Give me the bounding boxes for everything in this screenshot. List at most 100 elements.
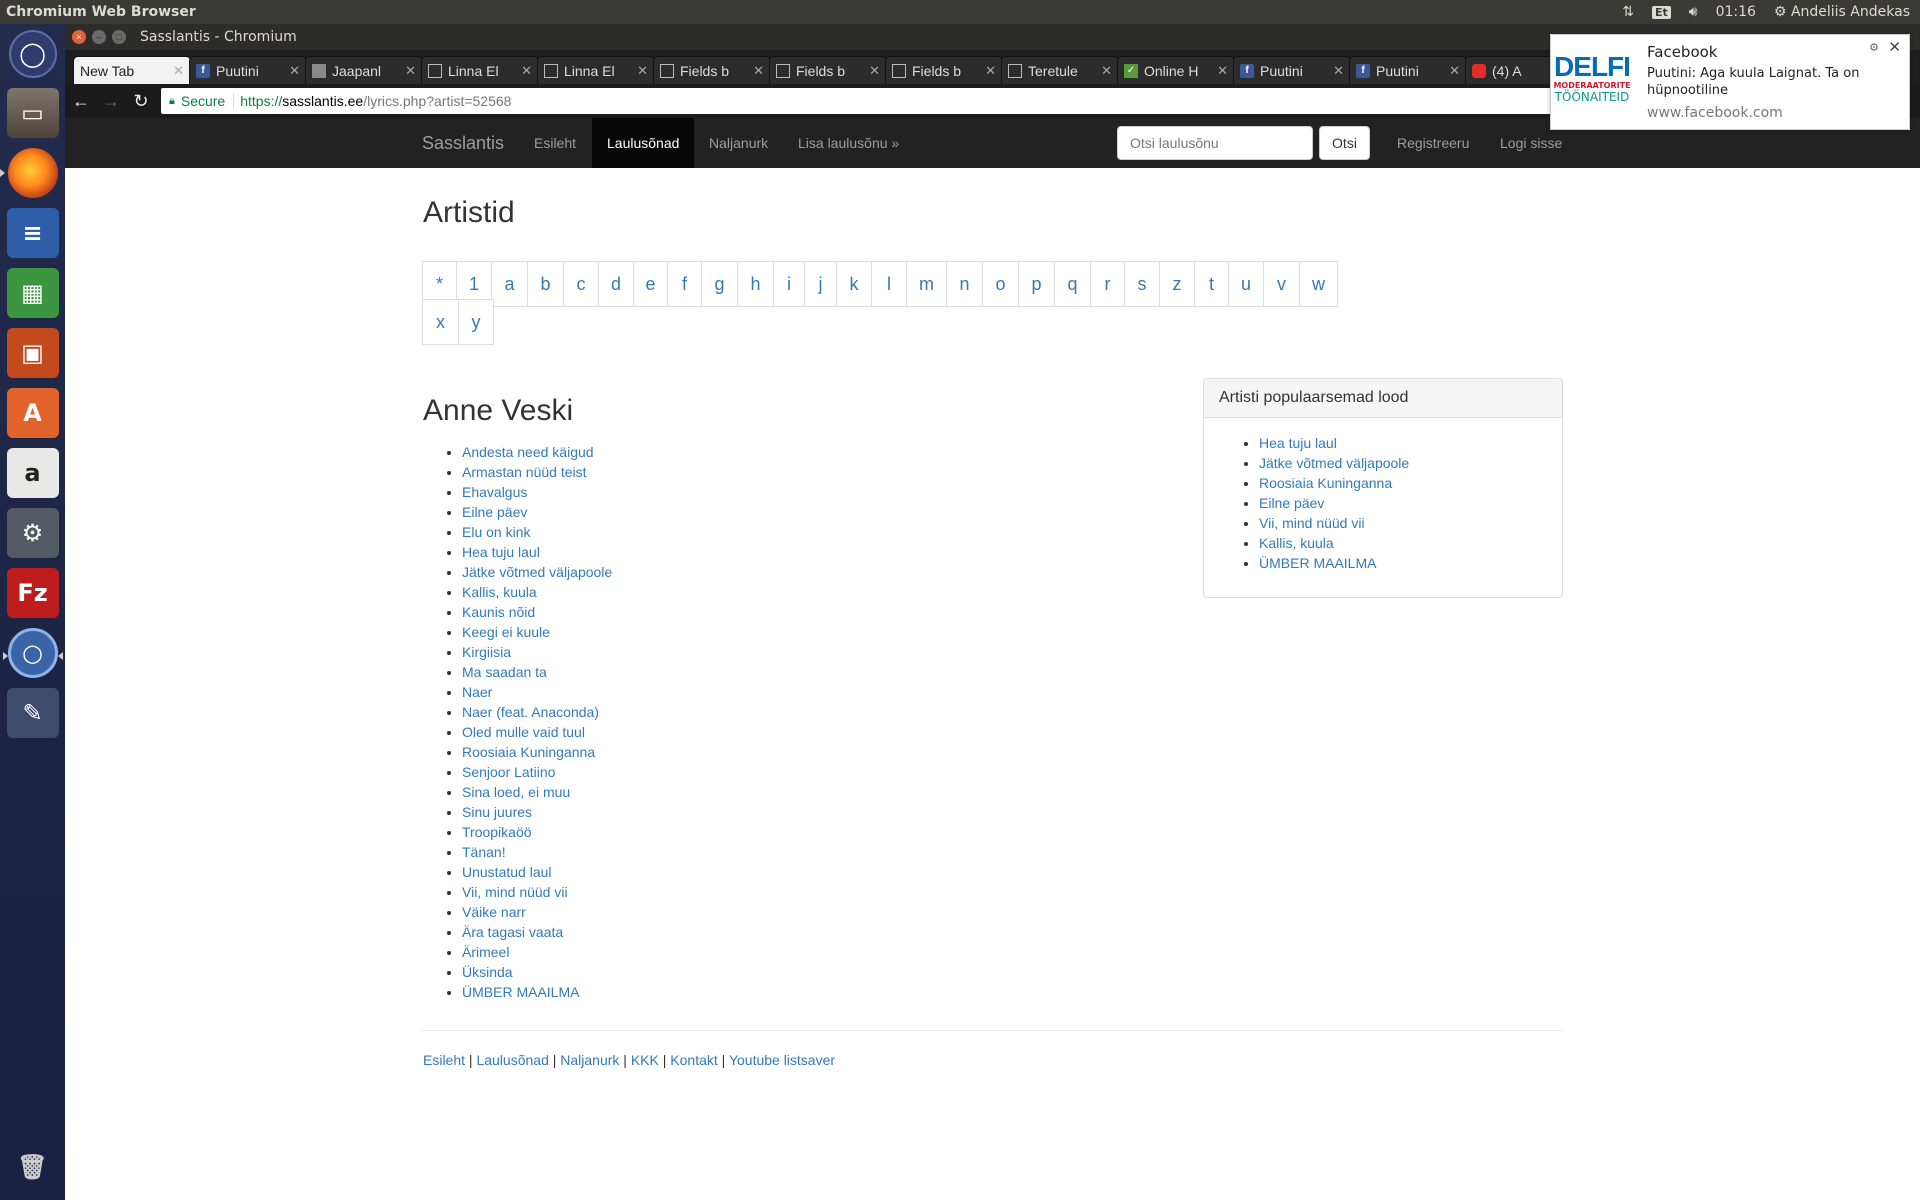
tab-close-icon[interactable]: ✕ (405, 63, 416, 79)
nav-lyrics-link[interactable]: Laulusõnad (592, 118, 695, 168)
tab-close-icon[interactable]: ✕ (985, 63, 996, 79)
letter-filter-link[interactable]: t (1194, 261, 1229, 307)
session-menu[interactable]: ⚙ Andeliis Andekas (1774, 4, 1910, 20)
song-link[interactable]: Unustatud laul (462, 864, 552, 880)
browser-tab[interactable]: Teretule ✕ (1001, 56, 1119, 84)
song-link[interactable]: Eilne päev (462, 504, 527, 520)
popular-song-link[interactable]: Kallis, kuula (1259, 535, 1334, 551)
song-link[interactable]: Vii, mind nüüd vii (462, 884, 568, 900)
register-link[interactable]: Registreeru (1397, 118, 1469, 168)
letter-filter-link[interactable]: n (946, 261, 983, 307)
tab-close-icon[interactable]: ✕ (869, 63, 880, 79)
song-link[interactable]: Ära tagasi vaata (462, 924, 563, 940)
tab-close-icon[interactable]: ✕ (637, 63, 648, 79)
window-maximize-button[interactable]: □ (112, 30, 126, 44)
letter-filter-link[interactable]: h (737, 261, 774, 307)
letter-filter-link[interactable]: w (1299, 261, 1338, 307)
letter-filter-link[interactable]: u (1228, 261, 1264, 307)
trash-icon[interactable]: 🗑︎ (7, 1142, 59, 1192)
song-link[interactable]: Tänan! (462, 844, 506, 860)
letter-filter-link[interactable]: p (1018, 261, 1055, 307)
popular-song-link[interactable]: Eilne päev (1259, 495, 1324, 511)
song-link[interactable]: Keegi ei kuule (462, 624, 550, 640)
letter-filter-link[interactable]: e (633, 261, 668, 307)
letter-filter-link[interactable]: o (982, 261, 1019, 307)
song-link[interactable]: Senjoor Latiino (462, 764, 555, 780)
footer-link[interactable]: Youtube listsaver (729, 1052, 835, 1068)
letter-filter-link[interactable]: j (804, 261, 837, 307)
song-link[interactable]: Andesta need käigud (462, 444, 594, 460)
tab-close-icon[interactable]: ✕ (1449, 63, 1460, 79)
site-brand-link[interactable]: Sasslantis (422, 118, 504, 168)
browser-tab[interactable]: Linna El ✕ (421, 56, 539, 84)
reload-button[interactable]: ↻ (127, 91, 155, 112)
song-link[interactable]: Elu on kink (462, 524, 530, 540)
software-center-icon[interactable]: A (6, 388, 59, 438)
popular-song-link[interactable]: Vii, mind nüüd vii (1259, 515, 1365, 531)
libreoffice-writer-icon[interactable]: ≡ (6, 208, 59, 258)
browser-tab[interactable]: f Puutini ✕ (1233, 56, 1351, 84)
browser-tab[interactable]: f Puutini ✕ (1349, 56, 1467, 84)
tab-close-icon[interactable]: ✕ (1101, 63, 1112, 79)
browser-tab[interactable]: ✓ Online H ✕ (1117, 56, 1235, 84)
notification-close-icon[interactable]: ✕ (1888, 38, 1901, 56)
song-link[interactable]: Kirgiisia (462, 644, 511, 660)
footer-link[interactable]: Esileht (423, 1052, 465, 1068)
song-link[interactable]: Väike narr (462, 904, 526, 920)
browser-tab[interactable]: Linna El ✕ (537, 56, 655, 84)
tab-close-icon[interactable]: ✕ (753, 63, 764, 79)
letter-filter-link[interactable]: y (458, 299, 494, 345)
tab-close-icon[interactable]: ✕ (289, 63, 300, 79)
amazon-icon[interactable]: a (6, 448, 59, 498)
letter-filter-link[interactable]: g (701, 261, 738, 307)
network-icon[interactable]: ⇅ (1622, 4, 1634, 20)
song-link[interactable]: ÜMBER MAAILMA (462, 984, 579, 1000)
browser-tab[interactable]: Fields b ✕ (769, 56, 887, 84)
popular-song-link[interactable]: Jätke võtmed väljapoole (1259, 455, 1409, 471)
browser-tab[interactable]: Jaapanl ✕ (305, 56, 423, 84)
letter-filter-link[interactable]: l (871, 261, 907, 307)
song-link[interactable]: Sina loed, ei muu (462, 784, 570, 800)
letter-filter-link[interactable]: k (836, 261, 872, 307)
letter-filter-link[interactable]: x (422, 299, 459, 345)
back-button[interactable]: ← (67, 91, 95, 112)
browser-tab[interactable]: Fields b ✕ (885, 56, 1003, 84)
window-close-button[interactable]: × (72, 30, 86, 44)
letter-filter-link[interactable]: m (906, 261, 947, 307)
tab-close-icon[interactable]: ✕ (173, 63, 184, 79)
song-link[interactable]: Ma saadan ta (462, 664, 547, 680)
song-link[interactable]: Ärimeel (462, 944, 509, 960)
song-link[interactable]: Armastan nüüd teist (462, 464, 587, 480)
letter-filter-link[interactable]: b (527, 261, 564, 307)
browser-tab[interactable]: Fields b ✕ (653, 56, 771, 84)
dash-home-icon[interactable]: ◯ (8, 30, 57, 78)
footer-link[interactable]: Laulusõnad (476, 1052, 548, 1068)
letter-filter-link[interactable]: f (667, 261, 702, 307)
tab-close-icon[interactable]: ✕ (521, 63, 532, 79)
footer-link[interactable]: KKK (631, 1052, 659, 1068)
search-button[interactable]: Otsi (1319, 126, 1370, 160)
footer-link[interactable]: Naljanurk (560, 1052, 619, 1068)
editor-tool-icon[interactable]: ✎ (6, 688, 59, 738)
letter-filter-link[interactable]: s (1124, 261, 1160, 307)
browser-tab[interactable]: New Tab ✕ (73, 56, 191, 84)
browser-tab[interactable]: f Puutini ✕ (189, 56, 307, 84)
libreoffice-calc-icon[interactable]: ▦ (6, 268, 59, 318)
song-link[interactable]: Hea tuju laul (462, 544, 540, 560)
letter-filter-link[interactable]: v (1263, 261, 1300, 307)
song-link[interactable]: Sinu juures (462, 804, 532, 820)
song-link[interactable]: Kaunis nõid (462, 604, 535, 620)
facebook-notification[interactable]: DELFI MODERAATORITE TÖÖNAITEID Facebook … (1550, 34, 1910, 130)
song-link[interactable]: Üksinda (462, 964, 513, 980)
song-link[interactable]: Oled mulle vaid tuul (462, 724, 585, 740)
song-link[interactable]: Roosiaia Kuninganna (462, 744, 595, 760)
song-link[interactable]: Jätke võtmed väljapoole (462, 564, 612, 580)
nav-home-link[interactable]: Esileht (534, 118, 576, 168)
popular-song-link[interactable]: ÜMBER MAAILMA (1259, 555, 1376, 571)
forward-button[interactable]: → (97, 91, 125, 112)
chromium-icon[interactable]: ○ (2, 628, 63, 678)
letter-filter-link[interactable]: r (1090, 261, 1125, 307)
clock[interactable]: 01:16 (1716, 4, 1756, 20)
letter-filter-link[interactable]: c (563, 261, 599, 307)
letter-filter-link[interactable]: q (1054, 261, 1091, 307)
